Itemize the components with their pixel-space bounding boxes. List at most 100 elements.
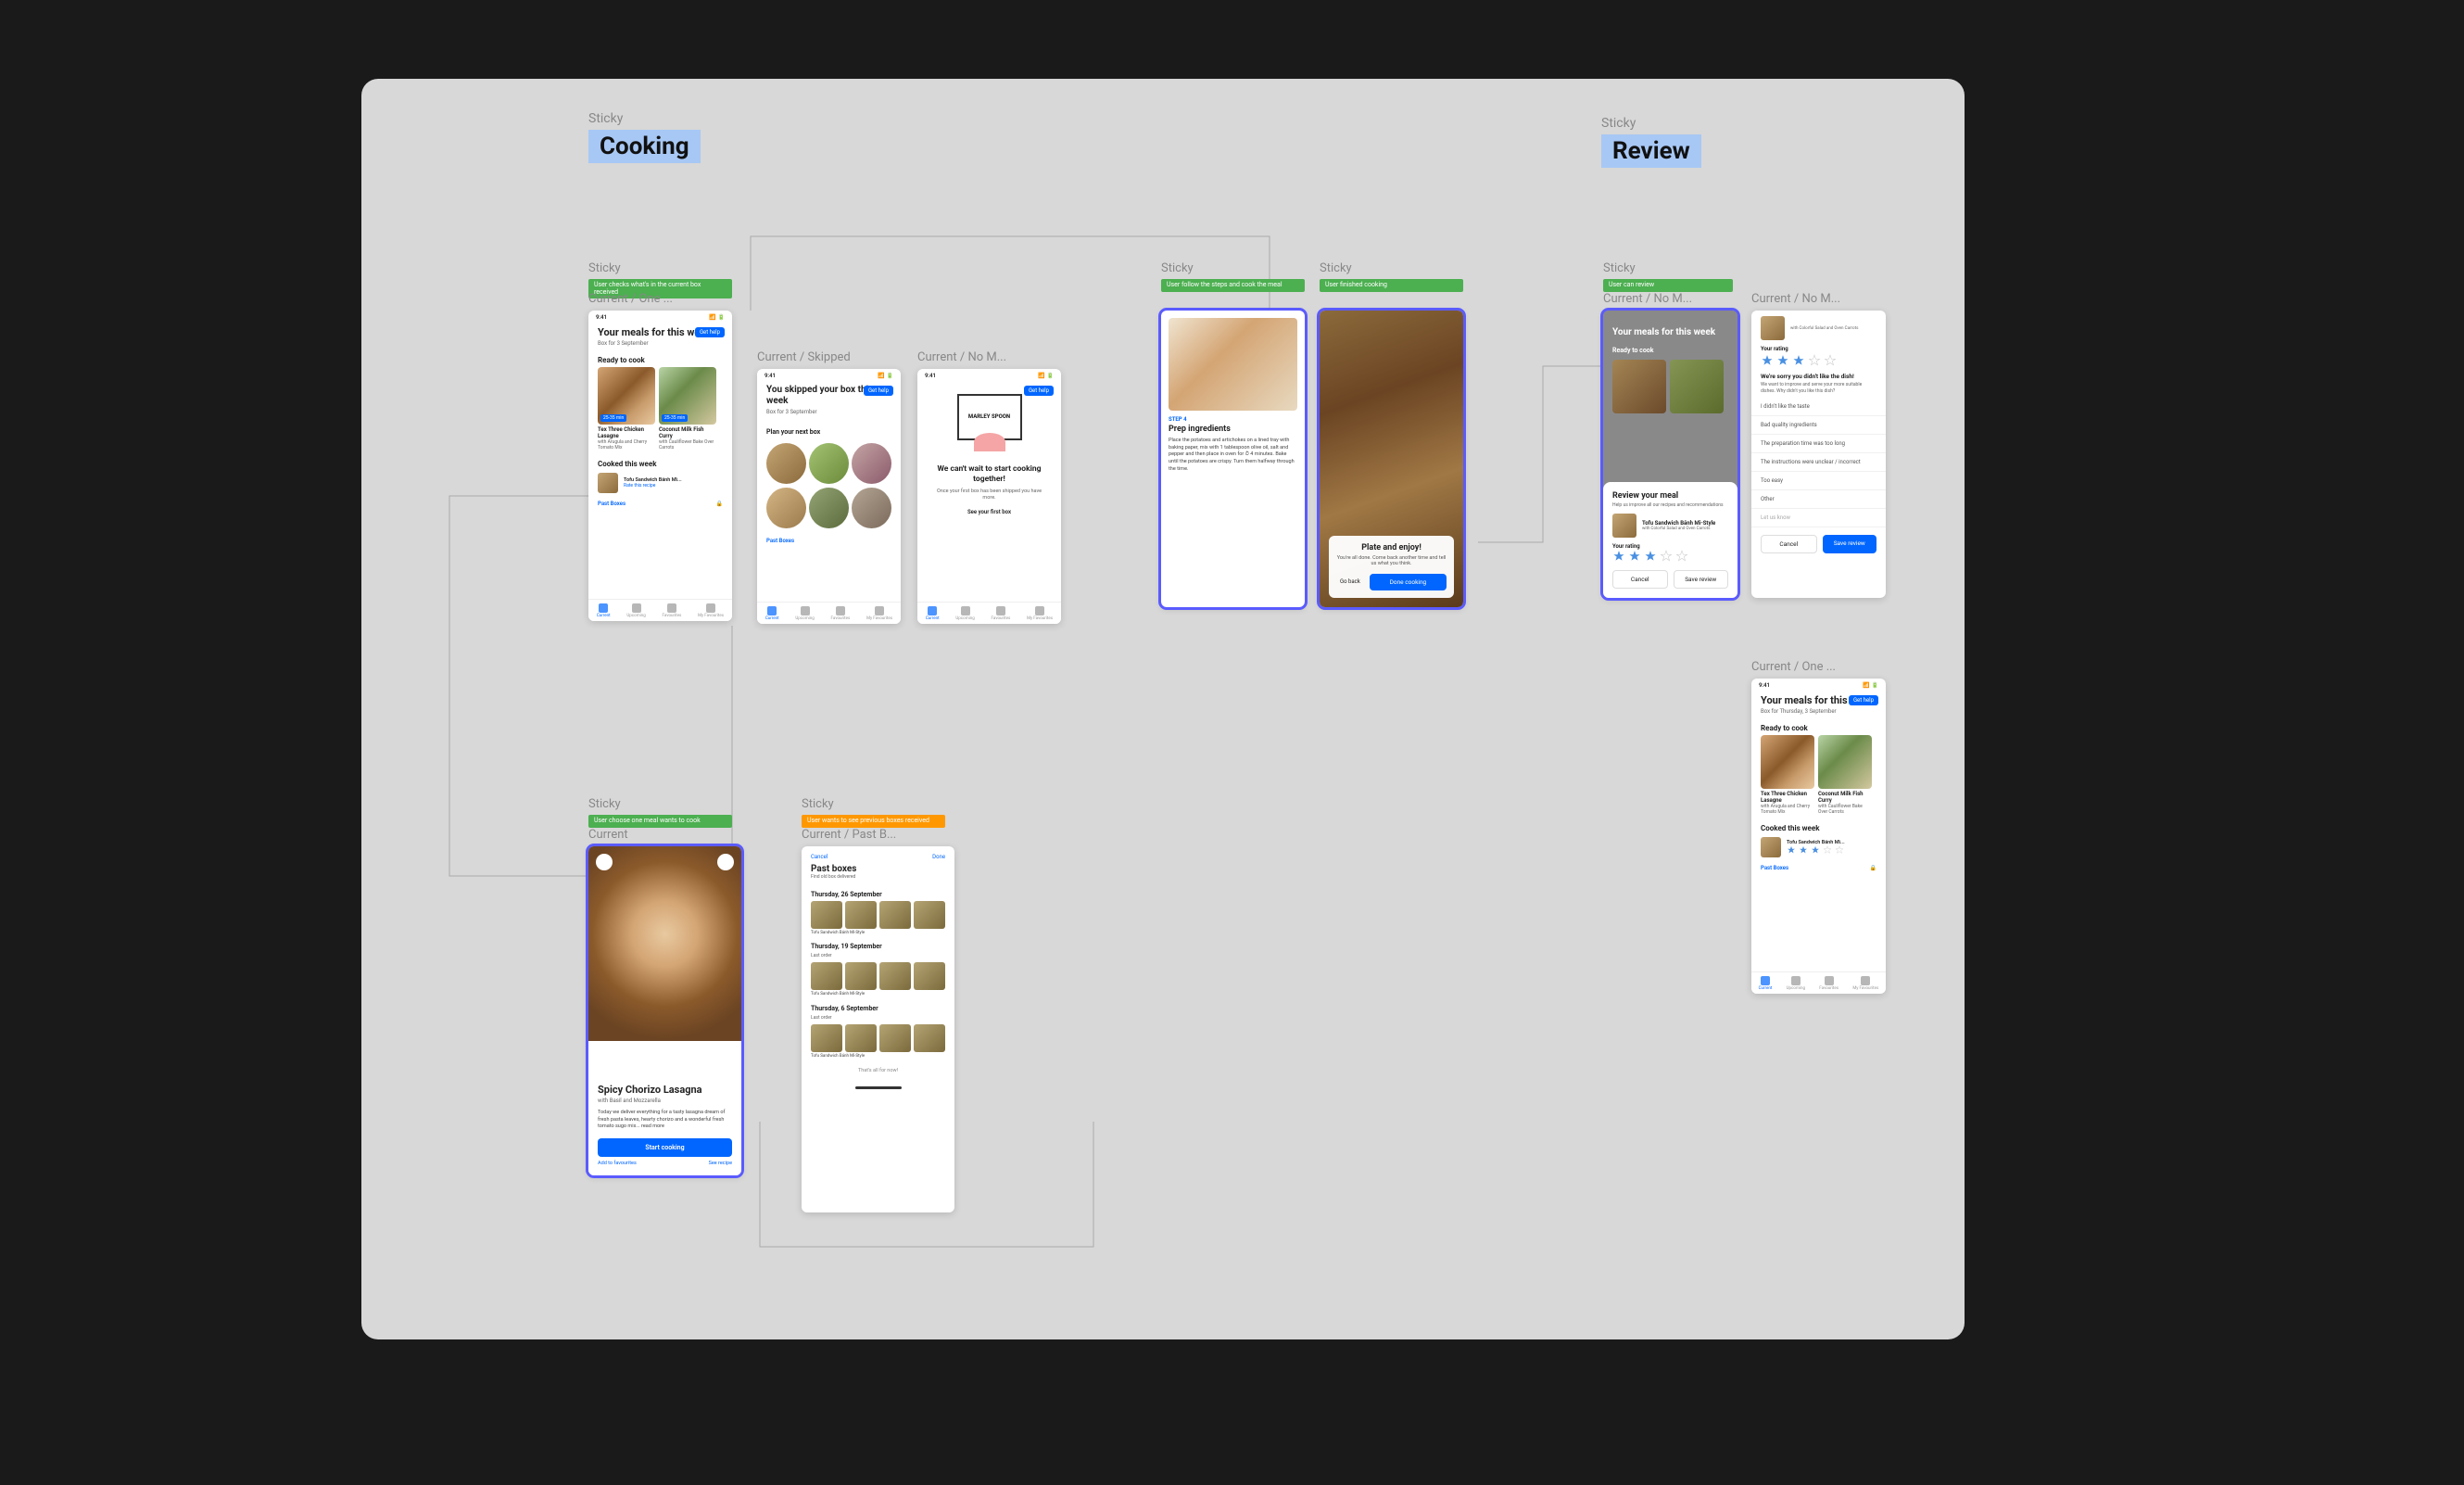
past-boxes-link[interactable]: Past Boxes (757, 532, 901, 550)
star-icon[interactable] (1644, 550, 1657, 563)
bg-meal (1612, 360, 1666, 413)
sticky-note[interactable]: User wants to see previous boxes receive… (802, 815, 945, 828)
phone-frame-review-modal[interactable]: Your meals for this week Ready to cook R… (1603, 311, 1737, 598)
past-boxes-link[interactable]: Past Boxes (1761, 859, 1788, 877)
tab-current[interactable]: Current (597, 603, 611, 618)
phone-frame-skipped[interactable]: 9:41 📶🔋 Get help You skipped your box th… (757, 369, 901, 624)
frame-label[interactable]: Current (588, 828, 628, 842)
rate-recipe-link[interactable]: Rate this recipe (624, 483, 682, 489)
tab-upcoming[interactable]: Upcoming (955, 606, 974, 621)
star-icon[interactable] (1761, 354, 1774, 367)
feedback-option[interactable]: The preparation time was too long (1751, 435, 1886, 453)
favourite-button[interactable] (717, 854, 734, 870)
star-icon[interactable] (1628, 550, 1641, 563)
feedback-option[interactable]: Other (1751, 490, 1886, 509)
get-help-button[interactable]: Get help (695, 327, 725, 337)
tab-favourites[interactable]: Favourites (663, 603, 682, 618)
tab-current[interactable]: Current (765, 606, 779, 621)
phone-frame-recipe-detail[interactable]: Spicy Chorizo Lasagna with Basil and Moz… (588, 846, 741, 1175)
save-review-button[interactable]: Save review (1823, 535, 1877, 553)
feedback-textarea[interactable]: Let us know (1751, 509, 1886, 527)
add-favourites-link[interactable]: Add to favourites (598, 1161, 637, 1166)
get-help-button[interactable]: Get help (1849, 695, 1878, 705)
meal-card[interactable]: 25-35 min Coconut Milk Fish Curry with C… (659, 367, 716, 451)
sticky-note[interactable]: User follow the steps and cook the meal (1161, 279, 1305, 292)
frame-label[interactable]: Current / No M... (1603, 292, 1692, 306)
tab-my-favourites[interactable]: My Favourites (866, 606, 892, 621)
get-help-button[interactable]: Get help (864, 386, 893, 396)
cancel-button[interactable]: Cancel (1761, 535, 1817, 553)
cancel-button[interactable]: Cancel (811, 854, 828, 860)
phone-frame-meals-week[interactable]: 9:41 📶🔋 Get help Your meals for this wee… (588, 311, 732, 621)
tab-current[interactable]: Current (1759, 976, 1773, 991)
star-icon[interactable] (1776, 354, 1789, 367)
phone-frame-after-review[interactable]: 9:41 📶🔋 Get help Your meals for this wee… (1751, 679, 1886, 994)
past-boxes-link[interactable]: Past Boxes (598, 495, 625, 513)
phone-frame-empty-state[interactable]: 9:41 📶🔋 Get help MARLEY SPOON We can't w… (917, 369, 1061, 624)
review-meal-name: Tofu Sandwich Bánh Mì-Style (1642, 520, 1715, 527)
meal-time-badge: 25-35 min (662, 414, 688, 422)
meal-circle[interactable] (809, 443, 849, 484)
cooked-item[interactable]: Tofu Sandwich Bánh Mì... Rate this recip… (588, 471, 732, 495)
frame-label[interactable]: Current / Skipped (757, 350, 851, 364)
sticky-note[interactable]: User can review (1603, 279, 1733, 292)
meal-circle[interactable] (766, 443, 806, 484)
get-help-button[interactable]: Get help (1024, 386, 1054, 396)
done-button[interactable]: Done (932, 854, 945, 860)
star-rating[interactable] (1751, 352, 1886, 369)
meal-circle[interactable] (809, 488, 849, 528)
save-review-button[interactable]: Save review (1674, 570, 1729, 589)
figma-canvas[interactable]: Sticky Cooking Sticky Review Sticky User… (361, 79, 1965, 1339)
tab-upcoming[interactable]: Upcoming (1787, 976, 1805, 991)
frame-label[interactable]: Current / No M... (1751, 292, 1840, 306)
back-button[interactable] (596, 854, 613, 870)
star-icon[interactable] (1792, 354, 1805, 367)
start-cooking-button[interactable]: Start cooking (598, 1138, 732, 1157)
star-rating[interactable] (1612, 550, 1728, 563)
tab-my-favourites[interactable]: My Favourites (1852, 976, 1878, 991)
section-title-cooking[interactable]: Cooking (588, 130, 701, 163)
star-icon[interactable] (1675, 550, 1688, 563)
star-icon[interactable] (1824, 354, 1837, 367)
star-icon[interactable] (1612, 550, 1625, 563)
home-indicator (855, 1086, 902, 1089)
cancel-button[interactable]: Cancel (1612, 570, 1668, 589)
see-first-box-link[interactable]: See your first box (917, 501, 1061, 523)
see-recipe-link[interactable]: See recipe (709, 1161, 732, 1166)
cooked-item[interactable]: Tofu Sandwich Bánh Mì... (1751, 835, 1886, 859)
frame-label[interactable]: Current / One ... (588, 292, 673, 306)
feedback-option[interactable]: Bad quality ingredients (1751, 416, 1886, 435)
meal-card[interactable]: Tex Three Chicken Lasagne with Arugula a… (1761, 735, 1814, 815)
frame-label[interactable]: Current / No M... (917, 350, 1006, 364)
star-icon[interactable] (1808, 354, 1821, 367)
done-cooking-button[interactable]: Done cooking (1370, 574, 1447, 590)
tab-upcoming[interactable]: Upcoming (626, 603, 645, 618)
sticky-note[interactable]: User finished cooking (1320, 279, 1463, 292)
sticky-note[interactable]: User choose one meal wants to cook (588, 815, 732, 828)
phone-frame-plate-enjoy[interactable]: Plate and enjoy! You're all done. Come b… (1320, 311, 1463, 607)
tab-my-favourites[interactable]: My Favourites (1027, 606, 1053, 621)
tab-favourites[interactable]: Favourites (831, 606, 851, 621)
section-title-review[interactable]: Review (1601, 134, 1701, 168)
tab-upcoming[interactable]: Upcoming (795, 606, 814, 621)
go-back-button[interactable]: Go back (1336, 574, 1364, 590)
star-icon[interactable] (1660, 550, 1673, 563)
meal-card[interactable]: 25-35 min Tex Three Chicken Lasagne with… (598, 367, 655, 451)
meal-time-badge: 25-35 min (600, 414, 626, 422)
tab-current[interactable]: Current (926, 606, 940, 621)
tab-favourites[interactable]: Favourites (992, 606, 1011, 621)
phone-frame-cooking-step[interactable]: STEP 4 Prep ingredients Place the potato… (1161, 311, 1305, 607)
meal-circle[interactable] (852, 443, 891, 484)
meal-card[interactable]: Coconut Milk Fish Curry with Cauliflower… (1818, 735, 1872, 815)
tab-favourites[interactable]: Favourites (1819, 976, 1839, 991)
meal-circle[interactable] (766, 488, 806, 528)
feedback-option[interactable]: I didn't like the taste (1751, 398, 1886, 416)
phone-frame-review-form[interactable]: with Colorful Salad and Oven Carrots You… (1751, 311, 1886, 598)
meal-circle[interactable] (852, 488, 891, 528)
phone-frame-past-boxes[interactable]: Cancel Done Past boxes Find old box deli… (802, 846, 954, 1212)
frame-label[interactable]: Current / Past B... (802, 828, 896, 842)
feedback-option[interactable]: The instructions were unclear / incorrec… (1751, 453, 1886, 472)
tab-my-favourites[interactable]: My Favourites (698, 603, 724, 618)
frame-label[interactable]: Current / One ... (1751, 660, 1836, 674)
feedback-option[interactable]: Too easy (1751, 472, 1886, 490)
